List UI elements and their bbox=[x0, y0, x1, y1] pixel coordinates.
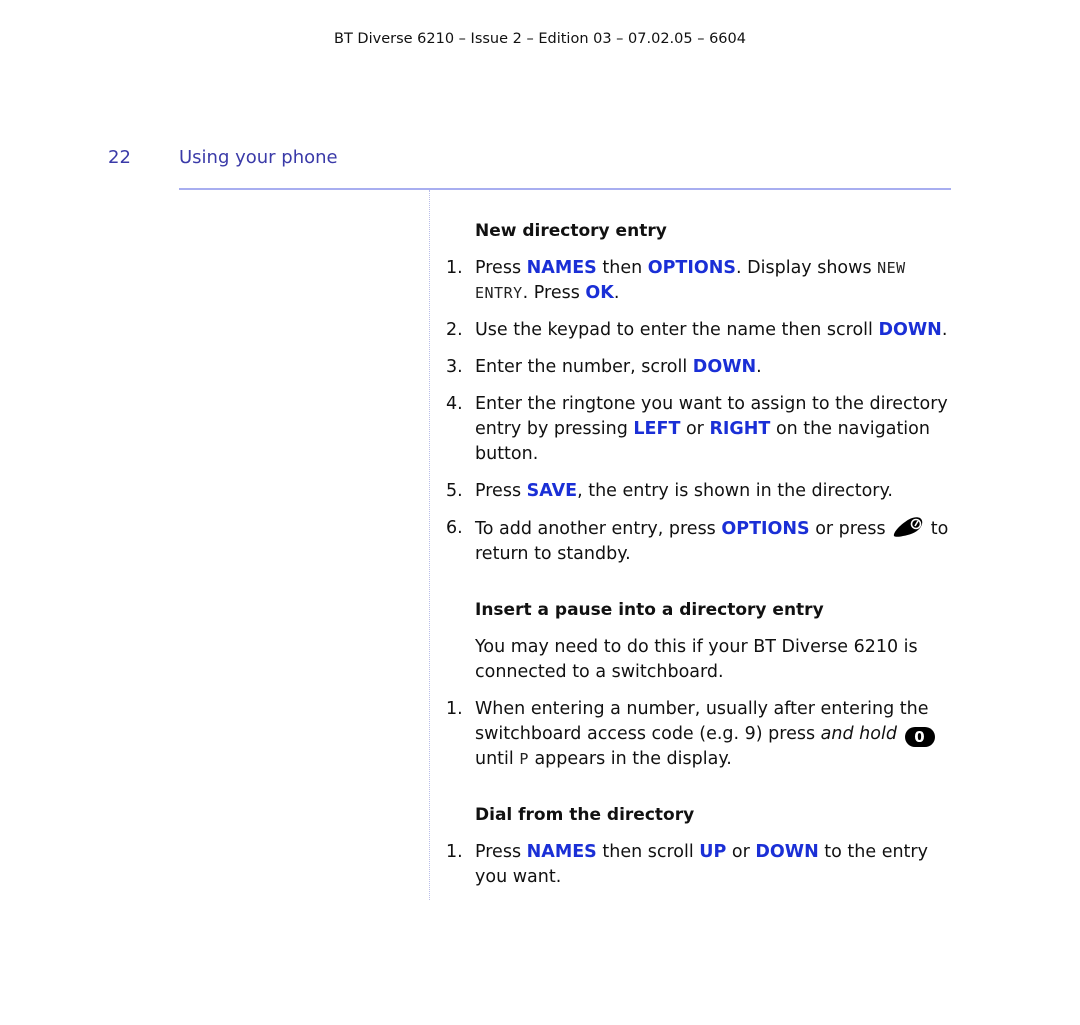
list-item: 1. Press NAMES then OPTIONS. Display sho… bbox=[446, 256, 956, 306]
key-names: NAMES bbox=[526, 258, 597, 278]
key-left: LEFT bbox=[633, 419, 681, 439]
section-title: Using your phone bbox=[179, 147, 338, 168]
step-text: When entering a number, usually after en… bbox=[475, 697, 956, 772]
list-item: 5. Press SAVE, the entry is shown in the… bbox=[446, 479, 956, 504]
step-number: 1. bbox=[446, 842, 463, 862]
step-number: 6. bbox=[446, 518, 463, 538]
emphasis-text: and hold bbox=[820, 724, 897, 744]
list-item: 1. When entering a number, usually after… bbox=[446, 697, 956, 772]
list-item: 2. Use the keypad to enter the name then… bbox=[446, 318, 956, 343]
step-number: 3. bbox=[446, 357, 463, 377]
pause-intro: You may need to do this if your BT Diver… bbox=[475, 637, 918, 682]
step-text: To add another entry, press OPTIONS or p… bbox=[475, 516, 956, 567]
horizontal-rule bbox=[179, 188, 951, 190]
heading-insert-pause: Insert a pause into a directory entry bbox=[475, 600, 824, 620]
list-item: 3. Enter the number, scroll DOWN. bbox=[446, 355, 956, 380]
key-down: DOWN bbox=[755, 842, 819, 862]
document-header: BT Diverse 6210 – Issue 2 – Edition 03 –… bbox=[334, 31, 746, 47]
step-text: Press NAMES then OPTIONS. Display shows … bbox=[475, 258, 906, 303]
step-number: 5. bbox=[446, 481, 463, 501]
zero-key-icon: 0 bbox=[904, 727, 935, 747]
step-text: Enter the number, scroll DOWN. bbox=[475, 357, 762, 377]
key-down: DOWN bbox=[692, 357, 757, 377]
step-number: 1. bbox=[446, 699, 463, 719]
step-text: Press SAVE, the entry is shown in the di… bbox=[475, 481, 893, 501]
page-number: 22 bbox=[108, 147, 131, 168]
key-ok: OK bbox=[585, 283, 614, 303]
key-down: DOWN bbox=[878, 320, 942, 340]
step-number: 1. bbox=[446, 258, 463, 278]
column-divider bbox=[429, 190, 430, 900]
display-text: P bbox=[519, 750, 529, 768]
list-item: 6. To add another entry, press OPTIONS o… bbox=[446, 516, 956, 567]
end-call-icon bbox=[891, 516, 925, 538]
key-names: NAMES bbox=[526, 842, 597, 862]
list-item: 4. Enter the ringtone you want to assign… bbox=[446, 392, 956, 467]
step-text: Use the keypad to enter the name then sc… bbox=[475, 320, 948, 340]
key-up: UP bbox=[699, 842, 727, 862]
step-text: Enter the ringtone you want to assign to… bbox=[475, 394, 948, 464]
key-right: RIGHT bbox=[709, 419, 771, 439]
list-item: 1. Press NAMES then scroll UP or DOWN to… bbox=[446, 840, 956, 890]
key-options: OPTIONS bbox=[721, 519, 810, 539]
heading-dial-from-directory: Dial from the directory bbox=[475, 805, 695, 825]
heading-new-directory-entry: New directory entry bbox=[475, 221, 667, 241]
main-content: New directory entry 1. Press NAMES then … bbox=[446, 218, 956, 902]
step-text: Press NAMES then scroll UP or DOWN to th… bbox=[475, 842, 928, 887]
key-options: OPTIONS bbox=[647, 258, 737, 278]
step-number: 4. bbox=[446, 394, 463, 414]
key-save: SAVE bbox=[526, 481, 578, 501]
step-number: 2. bbox=[446, 320, 463, 340]
